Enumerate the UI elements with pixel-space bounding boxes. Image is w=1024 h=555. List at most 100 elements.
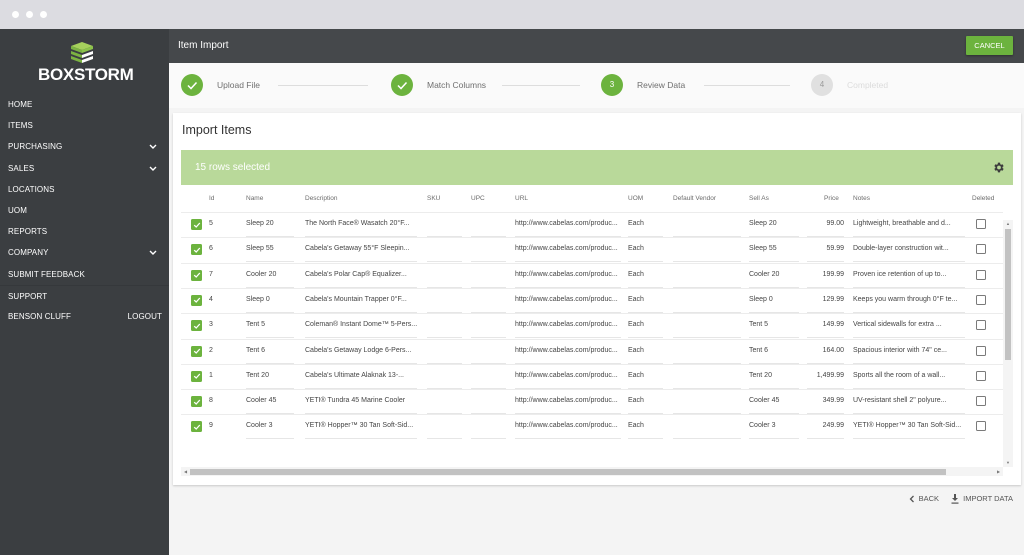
cell-vendor[interactable]: [673, 264, 741, 288]
cell-notes[interactable]: Lightweight, breathable and d...: [853, 213, 965, 237]
cell-sku[interactable]: [427, 238, 462, 263]
row-select-checkbox[interactable]: [191, 269, 202, 281]
deleted-checkbox[interactable]: [976, 345, 986, 356]
cell-notes[interactable]: YETI® Hopper™ 30 Tan Soft-Sid...: [853, 415, 965, 440]
sidebar-item-purchasing[interactable]: PURCHASING: [0, 136, 169, 157]
cell-sell-as[interactable]: Tent 6: [749, 340, 799, 364]
cell-url[interactable]: http://www.cabelas.com/produc...: [515, 289, 621, 313]
logo[interactable]: BOXSTORM: [38, 41, 134, 89]
vertical-scroll-thumb[interactable]: [1005, 229, 1011, 360]
cell-url[interactable]: http://www.cabelas.com/produc...: [515, 238, 621, 263]
deleted-checkbox[interactable]: [976, 396, 986, 407]
column-header-upc[interactable]: UPC: [471, 185, 485, 212]
cell-notes[interactable]: Spacious interior with 74" ce...: [853, 340, 965, 364]
cell-uom[interactable]: Each: [628, 289, 663, 313]
cell-notes[interactable]: Keeps you warm through 0°F te...: [853, 289, 965, 313]
column-header-id[interactable]: Id: [209, 185, 214, 212]
row-select-checkbox[interactable]: [191, 294, 202, 306]
column-header-name[interactable]: Name: [246, 185, 263, 212]
cell-notes[interactable]: Proven ice retention of up to...: [853, 264, 965, 288]
sidebar-item-submit-feedback[interactable]: SUBMIT FEEDBACK: [0, 264, 169, 285]
cell-name[interactable]: Cooler 20: [246, 264, 294, 288]
cell-name[interactable]: Sleep 0: [246, 289, 294, 313]
cell-name[interactable]: Sleep 20: [246, 213, 294, 237]
cell-notes[interactable]: UV-resistant shell 2" polyure...: [853, 390, 965, 415]
cell-name[interactable]: Sleep 55: [246, 238, 294, 263]
column-header-notes[interactable]: Notes: [853, 185, 870, 212]
cell-vendor[interactable]: [673, 415, 741, 440]
cell-sell-as[interactable]: Cooler 20: [749, 264, 799, 288]
deleted-checkbox[interactable]: [976, 294, 986, 305]
sidebar-item-home[interactable]: HOME: [0, 94, 169, 115]
cell-notes[interactable]: Sports all the room of a wall...: [853, 365, 965, 389]
cell-description[interactable]: The North Face® Wasatch 20°F...: [305, 213, 417, 237]
table-row[interactable]: 4 Sleep 0 Cabela's Mountain Trapper 0°F...…: [181, 287, 1003, 313]
scroll-left-icon[interactable]: ◀: [181, 467, 190, 476]
scroll-down-icon[interactable]: ▼: [1003, 459, 1013, 467]
deleted-checkbox[interactable]: [976, 370, 986, 381]
row-select-checkbox[interactable]: [191, 320, 202, 332]
import-data-button[interactable]: IMPORT DATA: [951, 492, 1013, 506]
deleted-checkbox[interactable]: [976, 421, 986, 432]
cell-vendor[interactable]: [673, 365, 741, 389]
sidebar-item-support[interactable]: SUPPORT: [0, 284, 169, 306]
cell-url[interactable]: http://www.cabelas.com/produc...: [515, 314, 621, 339]
sidebar-item-locations[interactable]: LOCATIONS: [0, 179, 169, 200]
scroll-right-icon[interactable]: ▶: [994, 467, 1003, 476]
cell-vendor[interactable]: [673, 213, 741, 237]
row-select-checkbox[interactable]: [191, 421, 202, 433]
cell-name[interactable]: Tent 5: [246, 314, 294, 339]
cell-sell-as[interactable]: Tent 20: [749, 365, 799, 389]
cell-sell-as[interactable]: Sleep 20: [749, 213, 799, 237]
sidebar-item-uom[interactable]: UOM: [0, 200, 169, 221]
cell-uom[interactable]: Each: [628, 238, 663, 263]
row-select-checkbox[interactable]: [191, 244, 202, 256]
cell-notes[interactable]: Vertical sidewalls for extra ...: [853, 314, 965, 339]
cancel-button[interactable]: CANCEL: [966, 36, 1013, 55]
cell-upc[interactable]: [471, 340, 506, 364]
column-header-default-vendor[interactable]: Default Vendor: [673, 185, 716, 212]
deleted-checkbox[interactable]: [976, 244, 986, 255]
cell-url[interactable]: http://www.cabelas.com/produc...: [515, 390, 621, 415]
cell-sell-as[interactable]: Tent 5: [749, 314, 799, 339]
cell-description[interactable]: Coleman® Instant Dome™ 5-Pers...: [305, 314, 417, 339]
column-header-url[interactable]: URL: [515, 185, 528, 212]
cell-uom[interactable]: Each: [628, 340, 663, 364]
cell-sku[interactable]: [427, 213, 462, 237]
cell-upc[interactable]: [471, 289, 506, 313]
cell-sell-as[interactable]: Cooler 3: [749, 415, 799, 440]
cell-price[interactable]: 199.99: [807, 264, 844, 288]
cell-price[interactable]: 249.99: [807, 415, 844, 440]
cell-upc[interactable]: [471, 365, 506, 389]
table-row[interactable]: 1 Tent 20 Cabela's Ultimate Alaknak 13-...…: [181, 363, 1003, 389]
cell-price[interactable]: 149.99: [807, 314, 844, 339]
row-select-checkbox[interactable]: [191, 219, 202, 230]
column-header-deleted[interactable]: Deleted: [972, 185, 994, 212]
cell-url[interactable]: http://www.cabelas.com/produc...: [515, 340, 621, 364]
column-header-sell-as[interactable]: Sell As: [749, 185, 769, 212]
cell-upc[interactable]: [471, 314, 506, 339]
cell-url[interactable]: http://www.cabelas.com/produc...: [515, 264, 621, 288]
cell-name[interactable]: Cooler 3: [246, 415, 294, 440]
cell-description[interactable]: Cabela's Ultimate Alaknak 13-...: [305, 365, 417, 389]
cell-sku[interactable]: [427, 264, 462, 288]
table-row[interactable]: 6 Sleep 55 Cabela's Getaway 55°F Sleepin..…: [181, 237, 1003, 263]
sidebar-item-sales[interactable]: SALES: [0, 158, 169, 179]
row-select-checkbox[interactable]: [191, 370, 202, 382]
cell-uom[interactable]: Each: [628, 314, 663, 339]
sidebar-item-reports[interactable]: REPORTS: [0, 221, 169, 242]
cell-name[interactable]: Tent 6: [246, 340, 294, 364]
table-row[interactable]: 5 Sleep 20 The North Face® Wasatch 20°F...…: [181, 212, 1003, 237]
cell-name[interactable]: Cooler 45: [246, 390, 294, 415]
cell-vendor[interactable]: [673, 340, 741, 364]
cell-vendor[interactable]: [673, 314, 741, 339]
cell-sell-as[interactable]: Sleep 0: [749, 289, 799, 313]
cell-sku[interactable]: [427, 289, 462, 313]
row-select-checkbox[interactable]: [191, 396, 202, 408]
cell-uom[interactable]: Each: [628, 415, 663, 440]
cell-price[interactable]: 129.99: [807, 289, 844, 313]
cell-upc[interactable]: [471, 264, 506, 288]
cell-url[interactable]: http://www.cabelas.com/produc...: [515, 213, 621, 237]
cell-notes[interactable]: Double-layer construction wit...: [853, 238, 965, 263]
table-row[interactable]: 7 Cooler 20 Cabela's Polar Cap® Equalizer.…: [181, 262, 1003, 288]
